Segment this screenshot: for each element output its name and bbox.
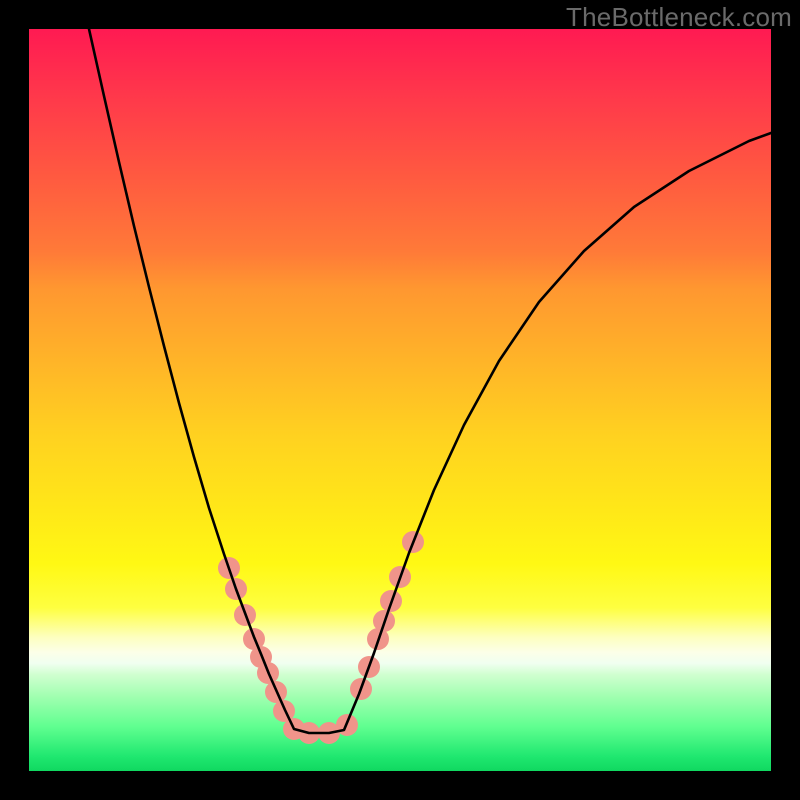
curve-overlay xyxy=(29,29,771,771)
bottleneck-curve xyxy=(89,29,771,733)
watermark-text: TheBottleneck.com xyxy=(566,2,792,33)
gradient-plot-area xyxy=(29,29,771,771)
data-markers xyxy=(218,531,424,744)
